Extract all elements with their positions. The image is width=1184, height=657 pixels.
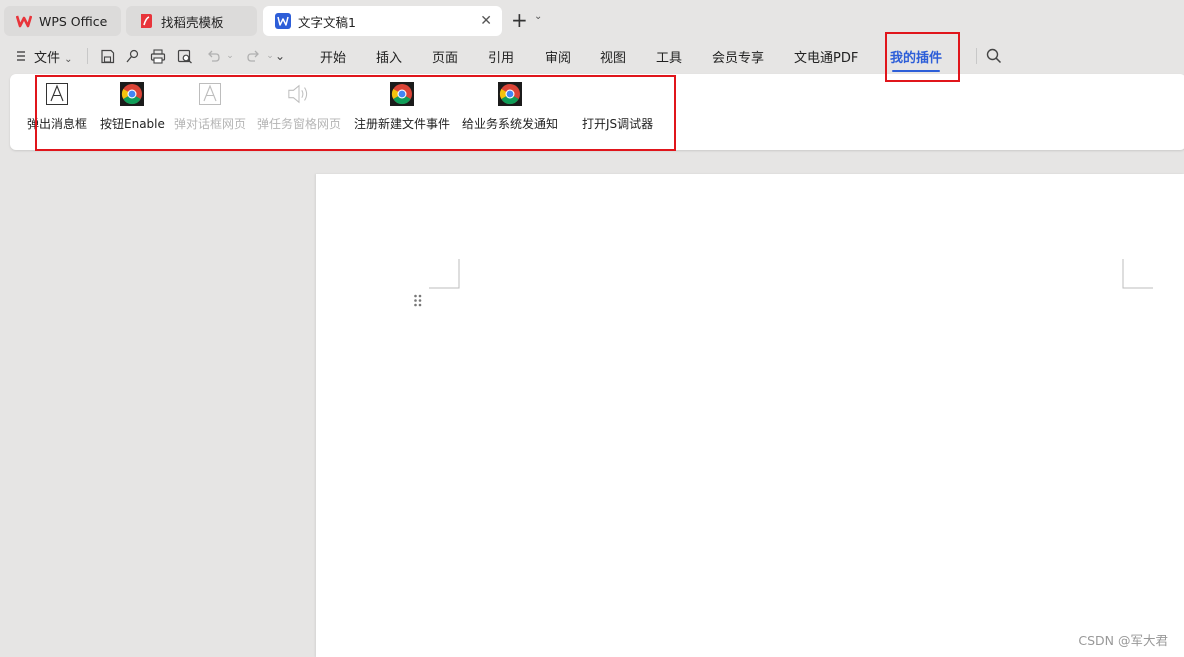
tab-page[interactable]: 页面 xyxy=(432,47,458,66)
tab-wps-office[interactable]: WPS Office xyxy=(4,6,121,36)
undo-icon[interactable] xyxy=(204,47,222,65)
close-icon[interactable]: ✕ xyxy=(480,13,492,29)
divider xyxy=(87,48,88,64)
divider xyxy=(976,48,977,64)
chevron-down-icon: ⌄ xyxy=(64,54,73,65)
tab-insert[interactable]: 插入 xyxy=(376,47,402,66)
chevron-down-icon[interactable]: ⌄ xyxy=(221,47,239,65)
tab-tools[interactable]: 工具 xyxy=(656,47,682,66)
docer-logo-icon xyxy=(138,13,154,29)
tab-label: WPS Office xyxy=(39,13,108,29)
watermark: CSDN @军大君 xyxy=(1078,633,1168,648)
tab-member[interactable]: 会员专享 xyxy=(712,47,764,66)
highlight-box-ribbon xyxy=(35,75,676,151)
document-page[interactable] xyxy=(316,174,1184,657)
hamburger-icon[interactable] xyxy=(12,47,30,65)
search-icon[interactable] xyxy=(985,47,1003,65)
redo-icon[interactable] xyxy=(244,47,262,65)
save-icon[interactable] xyxy=(98,47,116,65)
tab-view[interactable]: 视图 xyxy=(600,47,626,66)
tab-pdf[interactable]: 文电通PDF xyxy=(794,47,858,66)
margin-corner-top-right xyxy=(1122,259,1153,289)
margin-corner-top-left xyxy=(429,259,460,289)
tab-document[interactable]: 文字文稿1 ✕ xyxy=(263,6,502,36)
new-tab-plus-icon[interactable]: + xyxy=(511,9,528,31)
tab-label: 找稻壳模板 xyxy=(161,14,224,30)
drag-handle-icon[interactable] xyxy=(413,293,423,309)
writer-doc-icon xyxy=(275,13,291,29)
menu-bar: 文件 ⌄ ⌄ ⌄ ⌄ 开始 插入 页面 引用 审阅 视图 工具 会员专享 文电通… xyxy=(0,40,1184,72)
more-chevron-icon[interactable]: ⌄ xyxy=(271,47,289,65)
tab-bar: WPS Office 找稻壳模板 文字文稿1 ✕ + ⌄ xyxy=(0,0,1184,40)
format-painter-icon[interactable] xyxy=(123,47,141,65)
tab-label: 文字文稿1 xyxy=(298,14,356,30)
highlight-box-plugins-tab xyxy=(885,32,960,82)
tab-templates[interactable]: 找稻壳模板 xyxy=(126,6,257,36)
print-preview-icon[interactable] xyxy=(176,47,194,65)
file-menu[interactable]: 文件 ⌄ xyxy=(34,47,73,66)
print-icon[interactable] xyxy=(149,47,167,65)
tab-references[interactable]: 引用 xyxy=(488,47,514,66)
tab-start[interactable]: 开始 xyxy=(320,47,346,66)
wps-logo-icon xyxy=(16,13,32,29)
chevron-down-icon[interactable]: ⌄ xyxy=(534,11,542,22)
tab-review[interactable]: 审阅 xyxy=(545,47,571,66)
file-menu-label: 文件 xyxy=(34,51,61,66)
